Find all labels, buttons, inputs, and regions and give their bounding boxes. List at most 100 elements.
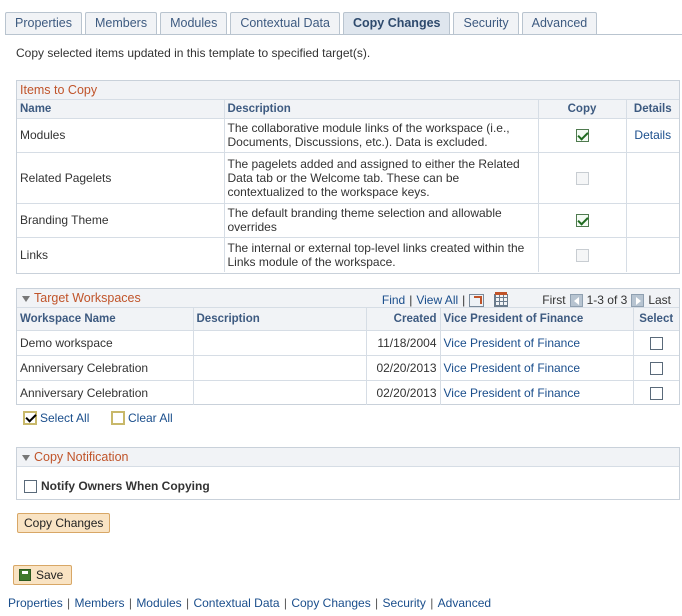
zoom-icon[interactable] xyxy=(469,294,485,307)
copy-notification-header: Copy Notification xyxy=(17,448,679,467)
col-header-select: Select xyxy=(633,308,679,331)
bottom-link-contextual-data[interactable]: Contextual Data xyxy=(193,596,279,610)
item-description: The internal or external top-level links… xyxy=(224,237,539,272)
tab-copy-changes[interactable]: Copy Changes xyxy=(342,12,451,35)
workspace-name: Demo workspace xyxy=(17,330,194,356)
next-icon[interactable] xyxy=(631,294,645,307)
col-header-description: Description xyxy=(224,100,539,119)
copy-changes-button[interactable]: Copy Changes xyxy=(17,513,111,533)
owner-link[interactable]: Vice President of Finance xyxy=(444,386,581,400)
download-grid-icon[interactable] xyxy=(494,292,509,307)
select-checkbox[interactable] xyxy=(649,386,663,400)
copy-notification-group: Copy Notification Notify Owners When Cop… xyxy=(16,447,680,500)
item-name: Modules xyxy=(17,118,225,153)
item-name: Branding Theme xyxy=(17,203,225,238)
link-separator: | xyxy=(125,596,136,610)
tab-bar: Properties Members Modules Contextual Da… xyxy=(5,12,600,35)
tab-security[interactable]: Security xyxy=(453,12,519,35)
bottom-nav: Properties | Members | Modules | Context… xyxy=(8,596,491,610)
tab-properties[interactable]: Properties xyxy=(5,12,82,35)
workspace-created: 02/20/2013 xyxy=(366,380,441,405)
item-description: The collaborative module links of the wo… xyxy=(224,118,539,153)
table-row: Links The internal or external top-level… xyxy=(17,237,679,272)
save-button[interactable]: Save xyxy=(13,565,73,585)
nav-separator: | xyxy=(409,293,413,307)
table-row: Related Pagelets The pagelets added and … xyxy=(17,152,679,204)
link-separator: | xyxy=(182,596,193,610)
tab-modules[interactable]: Modules xyxy=(160,12,228,35)
bottom-link-properties[interactable]: Properties xyxy=(8,596,63,610)
select-checkbox[interactable] xyxy=(649,361,663,375)
copy-notification-title: Copy Notification xyxy=(34,450,129,464)
target-workspaces-title: Target Workspaces xyxy=(34,291,141,305)
clear-all-button[interactable]: Clear All xyxy=(111,411,173,425)
collapse-arrow-icon[interactable] xyxy=(22,454,30,461)
bottom-link-copy-changes[interactable]: Copy Changes xyxy=(291,596,370,610)
bottom-link-security[interactable]: Security xyxy=(383,596,426,610)
items-to-copy-title: Items to Copy xyxy=(17,81,679,100)
bottom-link-members[interactable]: Members xyxy=(75,596,125,610)
copy-checkbox[interactable] xyxy=(575,129,589,143)
view-all-link[interactable]: View All xyxy=(416,291,458,310)
items-to-copy-group: Items to Copy Name Description Copy Deta… xyxy=(16,80,680,274)
link-separator: | xyxy=(426,596,437,610)
last-label: Last xyxy=(648,293,671,307)
item-name: Related Pagelets xyxy=(17,152,225,204)
save-label: Save xyxy=(36,568,64,582)
col-header-description: Description xyxy=(193,308,367,331)
select-all-button[interactable]: Select All xyxy=(23,411,89,425)
workspace-description xyxy=(193,380,367,405)
find-link[interactable]: Find xyxy=(382,291,405,310)
tab-advanced[interactable]: Advanced xyxy=(521,12,598,35)
link-separator: | xyxy=(63,596,74,610)
col-header-details: Details xyxy=(626,100,679,119)
clear-all-icon xyxy=(111,411,125,425)
bottom-link-advanced[interactable]: Advanced xyxy=(438,596,491,610)
row-range: 1-3 of 3 xyxy=(586,293,628,307)
target-workspaces-table: Workspace Name Description Created Vice … xyxy=(17,308,679,405)
details-link[interactable]: Details xyxy=(634,128,671,142)
workspace-description xyxy=(193,330,367,356)
tab-members[interactable]: Members xyxy=(84,12,158,35)
workspace-created: 11/18/2004 xyxy=(366,330,441,356)
select-all-icon xyxy=(23,411,37,425)
clear-all-label: Clear All xyxy=(128,411,173,425)
copy-checkbox xyxy=(575,248,589,262)
notify-owners-checkbox[interactable] xyxy=(24,479,37,493)
grid-navigation: Find | View All | First 1-3 of 3 Last xyxy=(382,291,671,310)
notify-owners-label: Notify Owners When Copying xyxy=(41,479,210,493)
nav-separator: | xyxy=(462,293,466,307)
select-all-label: Select All xyxy=(40,411,90,425)
link-separator: | xyxy=(280,596,291,610)
col-header-name: Name xyxy=(17,100,225,119)
table-row: Branding Theme The default branding them… xyxy=(17,203,679,238)
table-row: Demo workspace 11/18/2004 Vice President… xyxy=(17,330,679,356)
tab-divider xyxy=(5,34,682,35)
col-header-owner: Vice President of Finance xyxy=(440,308,634,331)
owner-link[interactable]: Vice President of Finance xyxy=(444,336,581,350)
owner-link[interactable]: Vice President of Finance xyxy=(444,361,581,375)
table-row: Anniversary Celebration 02/20/2013 Vice … xyxy=(17,380,679,405)
workspace-created: 02/20/2013 xyxy=(366,355,441,381)
item-description: The default branding theme selection and… xyxy=(224,203,539,238)
page-description: Copy selected items updated in this temp… xyxy=(16,46,371,60)
workspace-description xyxy=(193,355,367,381)
items-to-copy-table: Name Description Copy Details Modules Th… xyxy=(17,100,679,272)
table-row: Anniversary Celebration 02/20/2013 Vice … xyxy=(17,355,679,381)
save-icon xyxy=(19,568,31,581)
collapse-arrow-icon[interactable] xyxy=(22,295,30,302)
workspace-name: Anniversary Celebration xyxy=(17,380,194,405)
copy-checkbox xyxy=(575,171,589,185)
tab-contextual-data[interactable]: Contextual Data xyxy=(230,12,340,35)
first-label: First xyxy=(542,293,566,307)
col-header-copy: Copy xyxy=(538,100,627,119)
col-header-created: Created xyxy=(366,308,441,331)
item-name: Links xyxy=(17,237,225,272)
copy-checkbox[interactable] xyxy=(575,214,589,228)
previous-icon[interactable] xyxy=(569,294,583,307)
link-separator: | xyxy=(371,596,382,610)
workspace-name: Anniversary Celebration xyxy=(17,355,194,381)
select-checkbox[interactable] xyxy=(649,336,663,350)
target-workspaces-group: Target Workspaces Find | View All | Firs… xyxy=(16,288,680,405)
bottom-link-modules[interactable]: Modules xyxy=(136,596,181,610)
